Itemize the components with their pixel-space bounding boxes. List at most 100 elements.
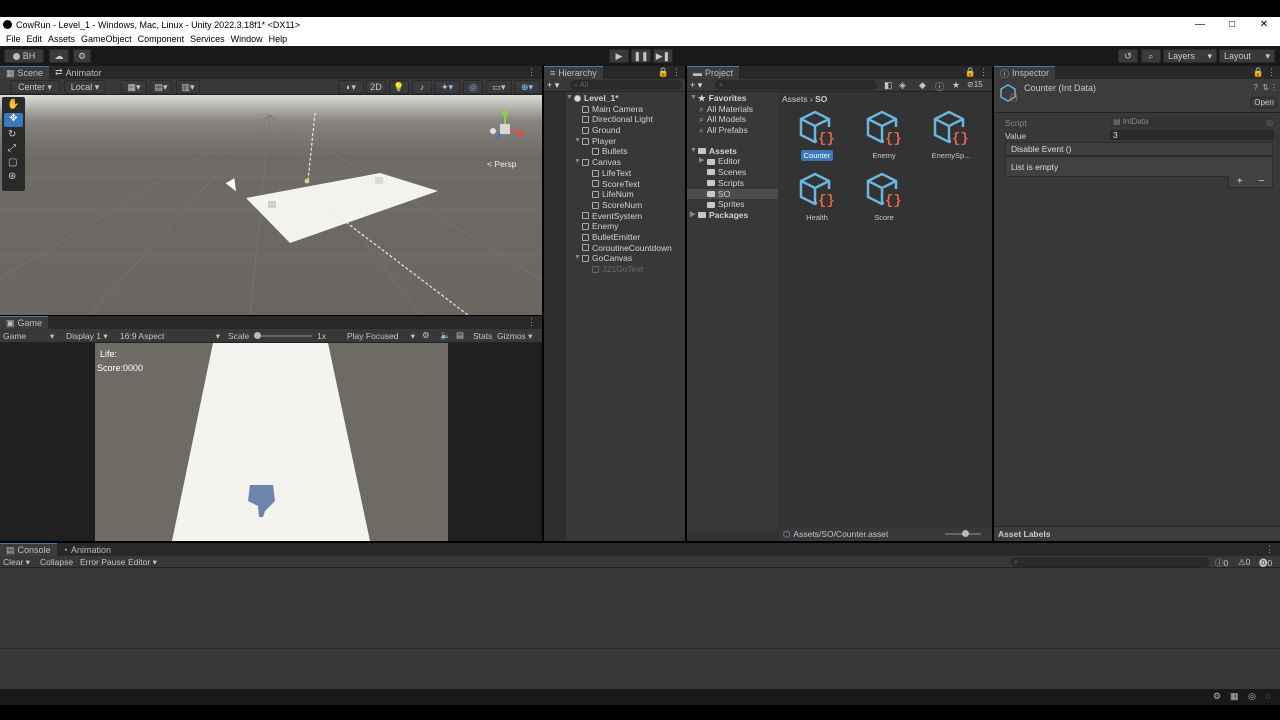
tab-project[interactable]: ▬ Project <box>687 66 740 79</box>
cloud-icon[interactable]: ☁ <box>49 49 69 63</box>
assets-header[interactable]: ▼ Assets <box>687 146 778 157</box>
lock-icon[interactable]: 🔒 <box>658 67 669 78</box>
more-menu-icon[interactable]: ⋮ <box>1267 67 1276 78</box>
favorite-star-icon[interactable]: ★ <box>952 80 960 91</box>
hierarchy-item[interactable]: Enemy <box>566 221 685 232</box>
hierarchy-item[interactable]: ▼ GoCanvas <box>566 253 685 264</box>
menu-file[interactable]: File <box>6 34 21 44</box>
space-dropdown[interactable]: Local ▾ <box>64 80 106 94</box>
hierarchy-item[interactable]: LifeText <box>566 168 685 179</box>
create-button[interactable]: + ▾ <box>547 80 559 91</box>
folder-item[interactable]: Scripts <box>687 178 778 189</box>
lighting-icon[interactable]: 💡 <box>389 80 409 94</box>
maximize-button[interactable]: □ <box>1216 17 1248 32</box>
expand-arrow-icon[interactable]: ▼ <box>574 253 582 264</box>
move-tool-icon[interactable]: ✥ <box>4 113 23 127</box>
value-field[interactable]: 3 <box>1110 130 1274 140</box>
context-menu-icon[interactable]: ⋮ <box>1270 83 1278 92</box>
favorites-header[interactable]: ▼ ★ Favorites <box>687 93 778 104</box>
tab-inspector[interactable]: ⓘ Inspector <box>994 66 1056 79</box>
game-viewport[interactable]: Life: Score:0000 <box>95 343 448 541</box>
add-listener-button[interactable]: + <box>1237 176 1243 187</box>
console-search-input[interactable]: ⌕ <box>1010 557 1210 567</box>
hand-tool-icon[interactable]: ✋ <box>7 99 19 110</box>
tab-scene[interactable]: ▦ Scene <box>0 66 50 79</box>
camera-icon[interactable]: ▭▾ <box>486 80 512 94</box>
menu-edit[interactable]: Edit <box>27 34 43 44</box>
hierarchy-search-input[interactable]: ⌕ All <box>570 80 682 90</box>
hierarchy-item[interactable]: ▼ Canvas <box>566 157 685 168</box>
more-menu-icon[interactable]: ⋮ <box>1265 544 1274 555</box>
menu-assets[interactable]: Assets <box>48 34 75 44</box>
step-button[interactable]: ▶❚ <box>653 49 673 63</box>
effects-icon[interactable]: ✦▾ <box>434 80 460 94</box>
search-icon[interactable]: ⌕ <box>1141 49 1161 63</box>
rect-tool-icon[interactable]: ▢ <box>8 157 17 168</box>
hierarchy-item[interactable]: Bullets <box>566 146 685 157</box>
remove-listener-button[interactable]: − <box>1258 176 1264 187</box>
hierarchy-item[interactable]: Directional Light <box>566 114 685 125</box>
clear-button[interactable]: Clear ▾ <box>3 557 30 568</box>
aspect-dropdown[interactable]: 16:9 Aspect ▾ <box>120 331 220 341</box>
expand-arrow-icon[interactable]: ▼ <box>574 136 582 147</box>
debug-mode-icon[interactable]: ⚙ <box>1213 691 1221 702</box>
collab-icon[interactable]: ⚙ <box>73 49 91 63</box>
object-picker-icon[interactable]: ◎ <box>1266 118 1273 127</box>
display-dropdown[interactable]: Display 1 ▾ <box>66 331 108 342</box>
asset-item[interactable]: {} EnemySp... <box>926 110 976 161</box>
menu-services[interactable]: Services <box>190 34 225 44</box>
collapse-button[interactable]: Collapse <box>40 557 73 567</box>
scene-viewport[interactable]: ✋ ✥ ↻ ⤢ ▢ ⊛ < Persp <box>0 95 542 315</box>
scale-slider-thumb[interactable] <box>254 332 261 339</box>
expand-arrow-icon[interactable]: ▶ <box>699 156 707 167</box>
pause-button[interactable]: ❚❚ <box>631 49 651 63</box>
hierarchy-item[interactable]: ▼ Player <box>566 136 685 147</box>
menu-help[interactable]: Help <box>269 34 288 44</box>
minimize-button[interactable]: — <box>1184 17 1216 32</box>
keyboard-icon[interactable]: ▤ <box>456 330 464 341</box>
menu-gameobject[interactable]: GameObject <box>81 34 132 44</box>
asset-item[interactable]: {} Score <box>859 172 909 223</box>
tab-animation[interactable]: ◔ Animation <box>57 543 117 556</box>
log-count-button[interactable]: ⓘ0 <box>1215 557 1228 569</box>
error-count-button[interactable]: ⓿0 <box>1259 557 1272 569</box>
toggle-2d-button[interactable]: 2D <box>366 80 386 94</box>
progress-icon[interactable]: ◌ <box>1265 691 1270 701</box>
lock-icon[interactable]: 🔒 <box>965 67 976 78</box>
grid-snap-icon[interactable]: ▦▾ <box>121 80 147 94</box>
folder-item[interactable]: Sprites <box>687 199 778 210</box>
frame-debugger-icon[interactable]: ⚙ <box>422 330 430 341</box>
breadcrumb-so[interactable]: SO <box>815 94 827 104</box>
perspective-label[interactable]: < Persp <box>487 159 517 169</box>
favorite-item[interactable]: ⌕ All Prefabs <box>687 125 778 136</box>
expand-arrow-icon[interactable]: ▼ <box>574 157 582 168</box>
project-search-input[interactable]: ⌕ <box>715 80 877 90</box>
asset-item[interactable]: {} Counter <box>792 110 842 161</box>
asset-labels-header[interactable]: Asset Labels <box>994 526 1280 541</box>
hierarchy-item[interactable]: ScoreNum <box>566 200 685 211</box>
draw-mode-icon[interactable]: ◐▾ <box>338 80 364 94</box>
favorite-item[interactable]: ⌕ All Materials <box>687 104 778 115</box>
tab-hierarchy[interactable]: ≡ Hierarchy <box>544 66 603 79</box>
scale-slider[interactable] <box>254 335 312 337</box>
hierarchy-item[interactable]: CoroutineCountdown <box>566 243 685 254</box>
more-menu-icon[interactable]: ⋮ <box>979 67 988 78</box>
more-menu-icon[interactable]: ⋮ <box>527 67 536 78</box>
hierarchy-item[interactable]: LifeNum <box>566 189 685 200</box>
hierarchy-scene-root[interactable]: ▼ Level_1* <box>566 93 685 104</box>
folder-item[interactable]: ▶ Editor <box>687 156 778 167</box>
rotate-tool-icon[interactable]: ↻ <box>8 129 16 140</box>
grid-plane-icon[interactable]: ▥▾ <box>176 80 200 94</box>
view-dropdown[interactable]: Game <box>3 331 26 341</box>
favorite-item[interactable]: ⌕ All Models <box>687 114 778 125</box>
folder-item[interactable]: SO <box>687 188 778 200</box>
help-icon[interactable]: ? <box>1254 83 1258 92</box>
account-dropdown[interactable]: BH <box>4 49 44 63</box>
editor-dropdown[interactable]: Editor ▾ <box>128 557 157 568</box>
hierarchy-item[interactable]: 321GoText <box>566 264 685 275</box>
warning-count-button[interactable]: ⚠0 <box>1238 557 1250 568</box>
hierarchy-item[interactable]: ScoreText <box>566 179 685 190</box>
menu-window[interactable]: Window <box>231 34 263 44</box>
stats-button[interactable]: Stats <box>473 331 492 341</box>
breadcrumb-assets[interactable]: Assets <box>782 94 808 104</box>
